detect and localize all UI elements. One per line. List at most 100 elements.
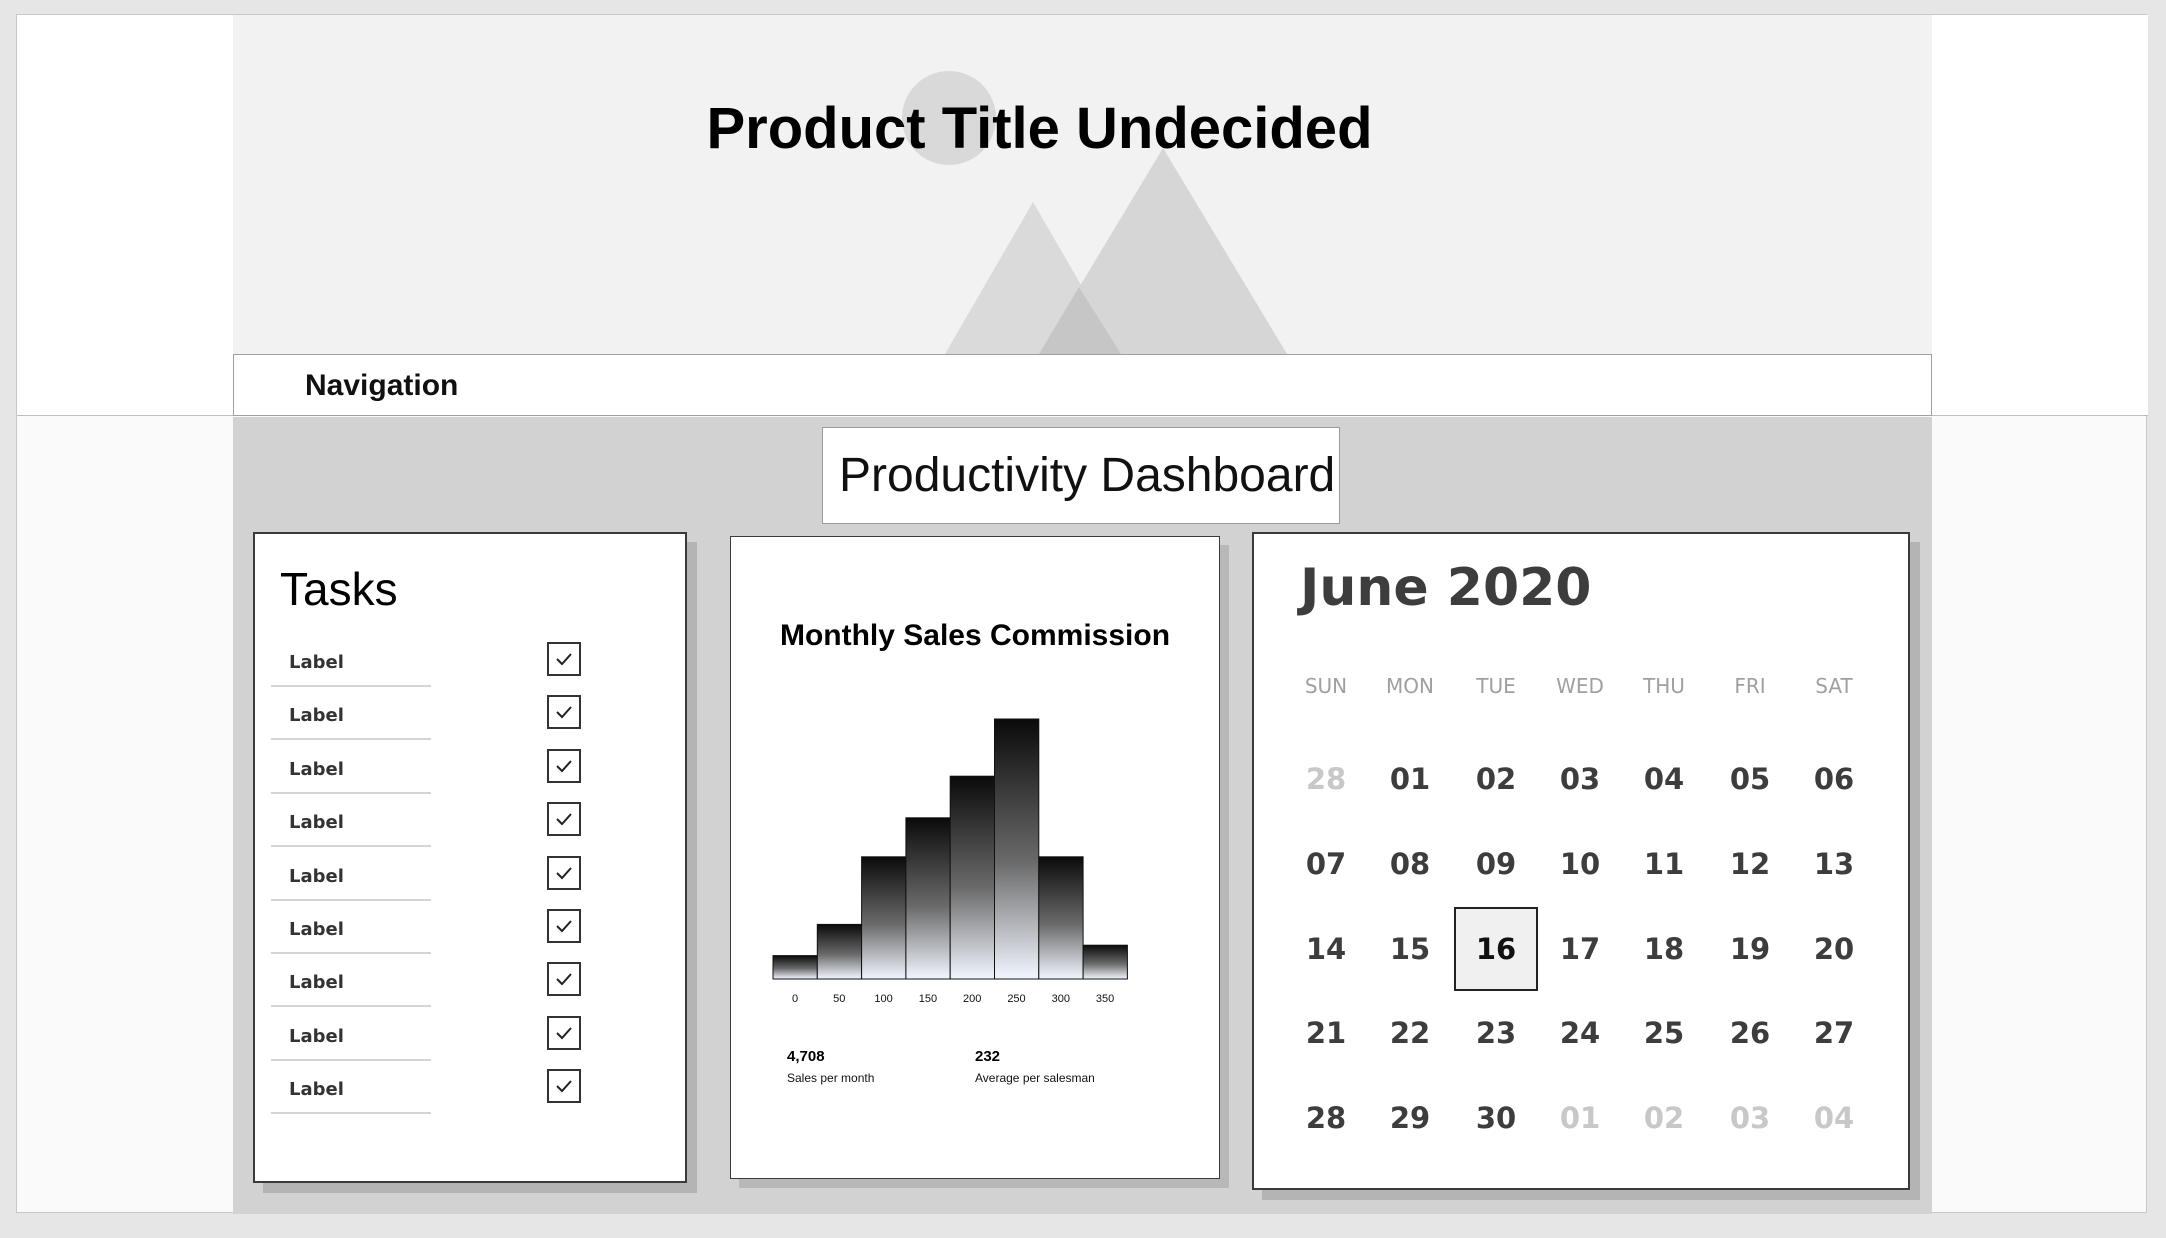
calendar-day[interactable]: 20	[1792, 907, 1876, 991]
calendar-day[interactable]: 02	[1454, 737, 1538, 821]
calendar-day[interactable]: 21	[1284, 991, 1368, 1075]
calendar-day[interactable]: 28	[1284, 1076, 1368, 1160]
calendar-title: June 2020	[1300, 558, 1592, 618]
calendar-day[interactable]: 01	[1538, 1076, 1622, 1160]
chart-bar	[1038, 856, 1084, 980]
dashboard-title: Productivity Dashboard	[839, 449, 1336, 502]
calendar-day[interactable]: 05	[1708, 737, 1792, 821]
x-tick-label: 50	[833, 993, 845, 1005]
calendar-day[interactable]: 26	[1708, 991, 1792, 1075]
task-label: Label	[289, 705, 344, 727]
calendar-day[interactable]: 04	[1792, 1076, 1876, 1160]
divider	[271, 685, 431, 687]
x-tick-label: 300	[1052, 993, 1070, 1005]
calendar-day[interactable]: 07	[1284, 822, 1368, 906]
task-checkbox[interactable]	[547, 1069, 581, 1104]
chart-bar	[949, 775, 995, 980]
checkmark-icon	[556, 1027, 572, 1040]
calendar-day[interactable]: 14	[1284, 907, 1368, 991]
task-checkbox[interactable]	[547, 695, 581, 730]
task-label: Label	[289, 865, 344, 887]
dashboard-title-box: Productivity Dashboard	[822, 427, 1340, 524]
weekday-label: TUE	[1476, 674, 1516, 698]
calendar-day[interactable]: 27	[1792, 991, 1876, 1075]
calendar-day[interactable]: 16	[1454, 906, 1538, 991]
chart-bar	[994, 718, 1040, 980]
task-checkbox[interactable]	[547, 802, 581, 837]
divider	[271, 845, 431, 848]
task-checkbox[interactable]	[547, 642, 581, 676]
divider	[271, 952, 431, 954]
divider	[271, 1005, 431, 1008]
calendar-day[interactable]: 03	[1708, 1076, 1792, 1160]
task-label: Label	[289, 652, 344, 673]
checkmark-icon	[556, 653, 572, 666]
x-tick-label: 0	[792, 993, 798, 1005]
calendar-day[interactable]: 11	[1622, 822, 1706, 906]
calendar-day[interactable]: 18	[1622, 907, 1706, 991]
task-checkbox[interactable]	[547, 1015, 581, 1050]
x-tick-label: 200	[963, 993, 981, 1005]
stat-average-label: Average per salesman	[975, 1071, 1095, 1085]
calendar-day[interactable]: 12	[1708, 822, 1792, 906]
x-tick-label: 100	[874, 993, 892, 1005]
calendar-day[interactable]: 13	[1792, 822, 1876, 906]
calendar-day[interactable]: 29	[1368, 1076, 1452, 1160]
task-label: Label	[289, 1079, 344, 1101]
calendar-day[interactable]: 03	[1538, 737, 1622, 821]
task-row: Label	[271, 909, 671, 962]
hero-banner: Product Title Undecided	[233, 15, 1932, 354]
task-row: Label	[271, 802, 671, 855]
weekday-label: SAT	[1815, 674, 1853, 698]
calendar-day[interactable]: 02	[1622, 1076, 1706, 1160]
chart-bar	[816, 923, 863, 980]
divider	[271, 738, 431, 741]
task-checkbox[interactable]	[547, 962, 581, 997]
calendar-day[interactable]: 01	[1368, 737, 1452, 821]
weekday-label: WED	[1556, 674, 1604, 698]
task-label: Label	[289, 919, 344, 940]
calendar-day[interactable]: 17	[1538, 907, 1622, 991]
calendar-day[interactable]: 06	[1792, 737, 1876, 821]
calendar-day[interactable]: 24	[1538, 991, 1622, 1075]
weekday-label: THU	[1643, 674, 1685, 698]
calendar-day[interactable]: 22	[1368, 991, 1452, 1075]
checkmark-icon	[556, 706, 572, 719]
chart-bar	[905, 817, 951, 980]
navigation-bar[interactable]: Navigation	[233, 354, 1932, 416]
weekday-label: SUN	[1304, 674, 1348, 698]
chart-card: Monthly Sales Commission 0 50 100 150 200 250…	[730, 536, 1220, 1179]
divider	[271, 1112, 431, 1115]
task-label: Label	[289, 972, 344, 994]
weekday-label: MON	[1386, 674, 1434, 698]
calendar-day[interactable]: 10	[1538, 822, 1622, 906]
calendar-day[interactable]: 23	[1454, 991, 1538, 1075]
task-checkbox[interactable]	[547, 909, 581, 943]
calendar-day[interactable]: 25	[1622, 991, 1706, 1075]
calendar-day[interactable]: 08	[1368, 822, 1452, 906]
task-row: Label	[271, 748, 671, 802]
task-row: Label	[271, 1015, 671, 1069]
divider	[271, 1058, 431, 1061]
task-checkbox[interactable]	[547, 855, 581, 890]
header: Product Title Undecided Navigation	[17, 15, 2148, 416]
x-tick-label: 150	[919, 993, 937, 1005]
calendar-day[interactable]: 19	[1708, 907, 1792, 991]
navigation-label[interactable]: Navigation	[305, 369, 458, 403]
calendar-day[interactable]: 04	[1622, 737, 1706, 821]
divider	[271, 898, 431, 901]
x-tick-label: 350	[1096, 993, 1114, 1005]
stat-average-value: 232	[975, 1048, 1001, 1065]
tasks-title: Tasks	[280, 563, 398, 615]
calendar-day[interactable]: 28	[1284, 737, 1368, 821]
task-label: Label	[289, 1025, 344, 1047]
task-row: Label	[271, 1069, 671, 1122]
calendar-day[interactable]: 30	[1454, 1076, 1538, 1160]
checkmark-icon	[556, 973, 572, 986]
calendar-day[interactable]: 15	[1368, 907, 1452, 991]
chart-bar	[1082, 944, 1128, 980]
task-row: Label	[271, 855, 671, 909]
calendar-day[interactable]: 09	[1454, 822, 1538, 906]
calendar-card: June 2020 SUN MON TUE WED THU FRI SAT 28 01 02 03 0…	[1252, 532, 1910, 1190]
task-checkbox[interactable]	[547, 748, 581, 783]
